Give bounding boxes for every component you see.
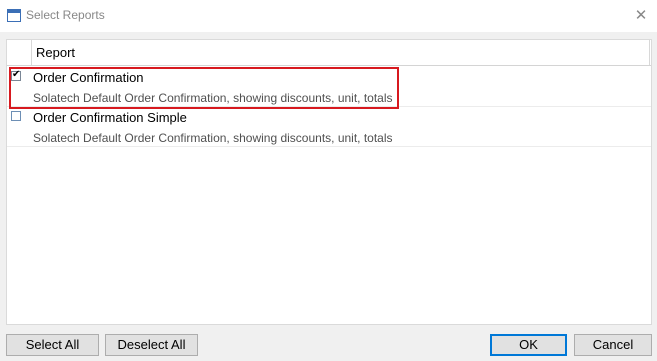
ok-button[interactable]: OK xyxy=(490,334,567,356)
checkbox-unchecked-icon[interactable] xyxy=(11,111,21,121)
cancel-button[interactable]: Cancel xyxy=(574,334,652,356)
select-all-button[interactable]: Select All xyxy=(6,334,99,356)
header-selector-column[interactable] xyxy=(7,40,32,65)
report-description: Solatech Default Order Confirmation, sho… xyxy=(33,131,393,145)
report-row[interactable]: Order Confirmation Simple Solatech Defau… xyxy=(7,107,651,147)
highlight-box xyxy=(9,67,399,109)
deselect-all-button[interactable]: Deselect All xyxy=(105,334,198,356)
title-bar: Select Reports ✕ xyxy=(0,0,657,32)
window-title: Select Reports xyxy=(26,8,105,22)
window-icon xyxy=(7,9,21,22)
header-divider xyxy=(649,40,650,65)
report-title: Order Confirmation Simple xyxy=(33,110,187,125)
column-header-report[interactable]: Report xyxy=(36,45,75,60)
close-icon[interactable]: ✕ xyxy=(629,4,653,28)
reports-grid: Report Order Confirmation Solatech Defau… xyxy=(6,39,652,325)
grid-header: Report xyxy=(7,40,651,66)
